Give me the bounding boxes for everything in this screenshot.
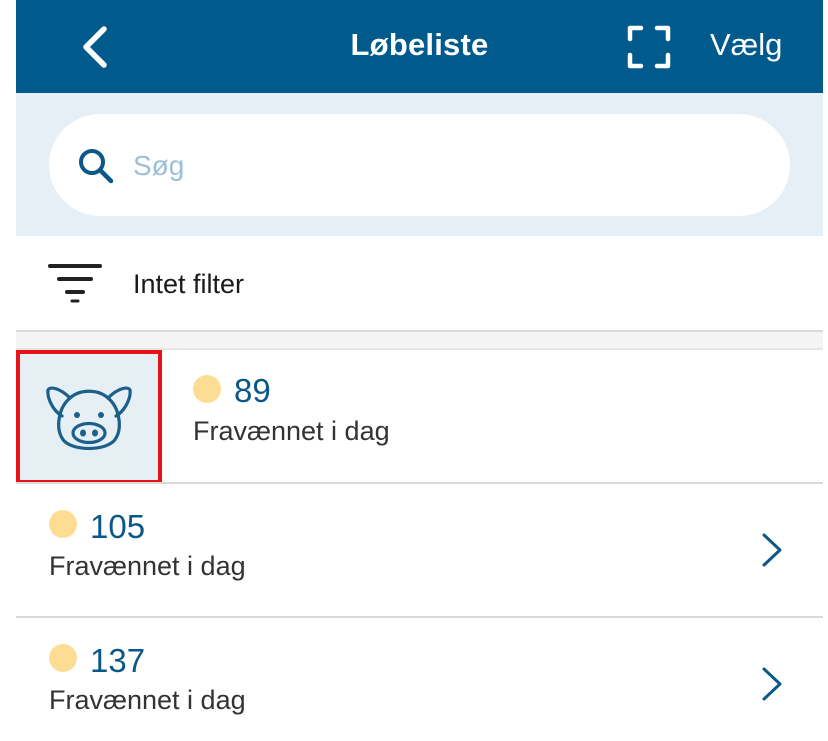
list-spacer — [16, 332, 823, 348]
animal-status: Fravænnet i dag — [49, 685, 246, 715]
scan-frame-icon — [627, 25, 671, 69]
animal-status: Fravænnet i dag — [193, 416, 390, 446]
search-input[interactable] — [131, 142, 735, 190]
animal-number: 89 — [234, 372, 271, 409]
header-bar: Løbeliste Vælg — [16, 0, 823, 93]
filter-label: Intet filter — [133, 269, 245, 299]
chevron-right-icon — [762, 533, 782, 567]
select-button[interactable]: Vælg — [710, 27, 782, 63]
list-item[interactable]: 137 Fravænnet i dag — [16, 616, 823, 741]
animal-number: 105 — [90, 508, 146, 545]
search-icon — [79, 149, 114, 184]
pig-icon — [46, 386, 132, 450]
status-dot — [49, 510, 77, 538]
search-area — [16, 93, 823, 236]
status-dot — [193, 375, 221, 403]
animal-list: 89 Fravænnet i dag 105 Fravænnet i dag 1… — [16, 332, 823, 741]
scan-button[interactable] — [624, 22, 674, 72]
animal-status: Fravænnet i dag — [49, 551, 246, 581]
chevron-right-icon — [762, 667, 782, 701]
list-item[interactable]: 89 Fravænnet i dag — [16, 348, 823, 484]
animal-number: 137 — [90, 642, 146, 679]
filter-icon — [48, 264, 102, 303]
page-title: Løbeliste — [350, 27, 489, 62]
filter-button[interactable]: Intet filter — [16, 236, 823, 332]
list-item[interactable]: 105 Fravænnet i dag — [16, 482, 823, 616]
app-screen: Løbeliste Vælg Intet filter — [16, 0, 823, 741]
avatar — [16, 350, 162, 484]
status-dot — [49, 644, 77, 672]
search-bar[interactable] — [49, 114, 790, 216]
